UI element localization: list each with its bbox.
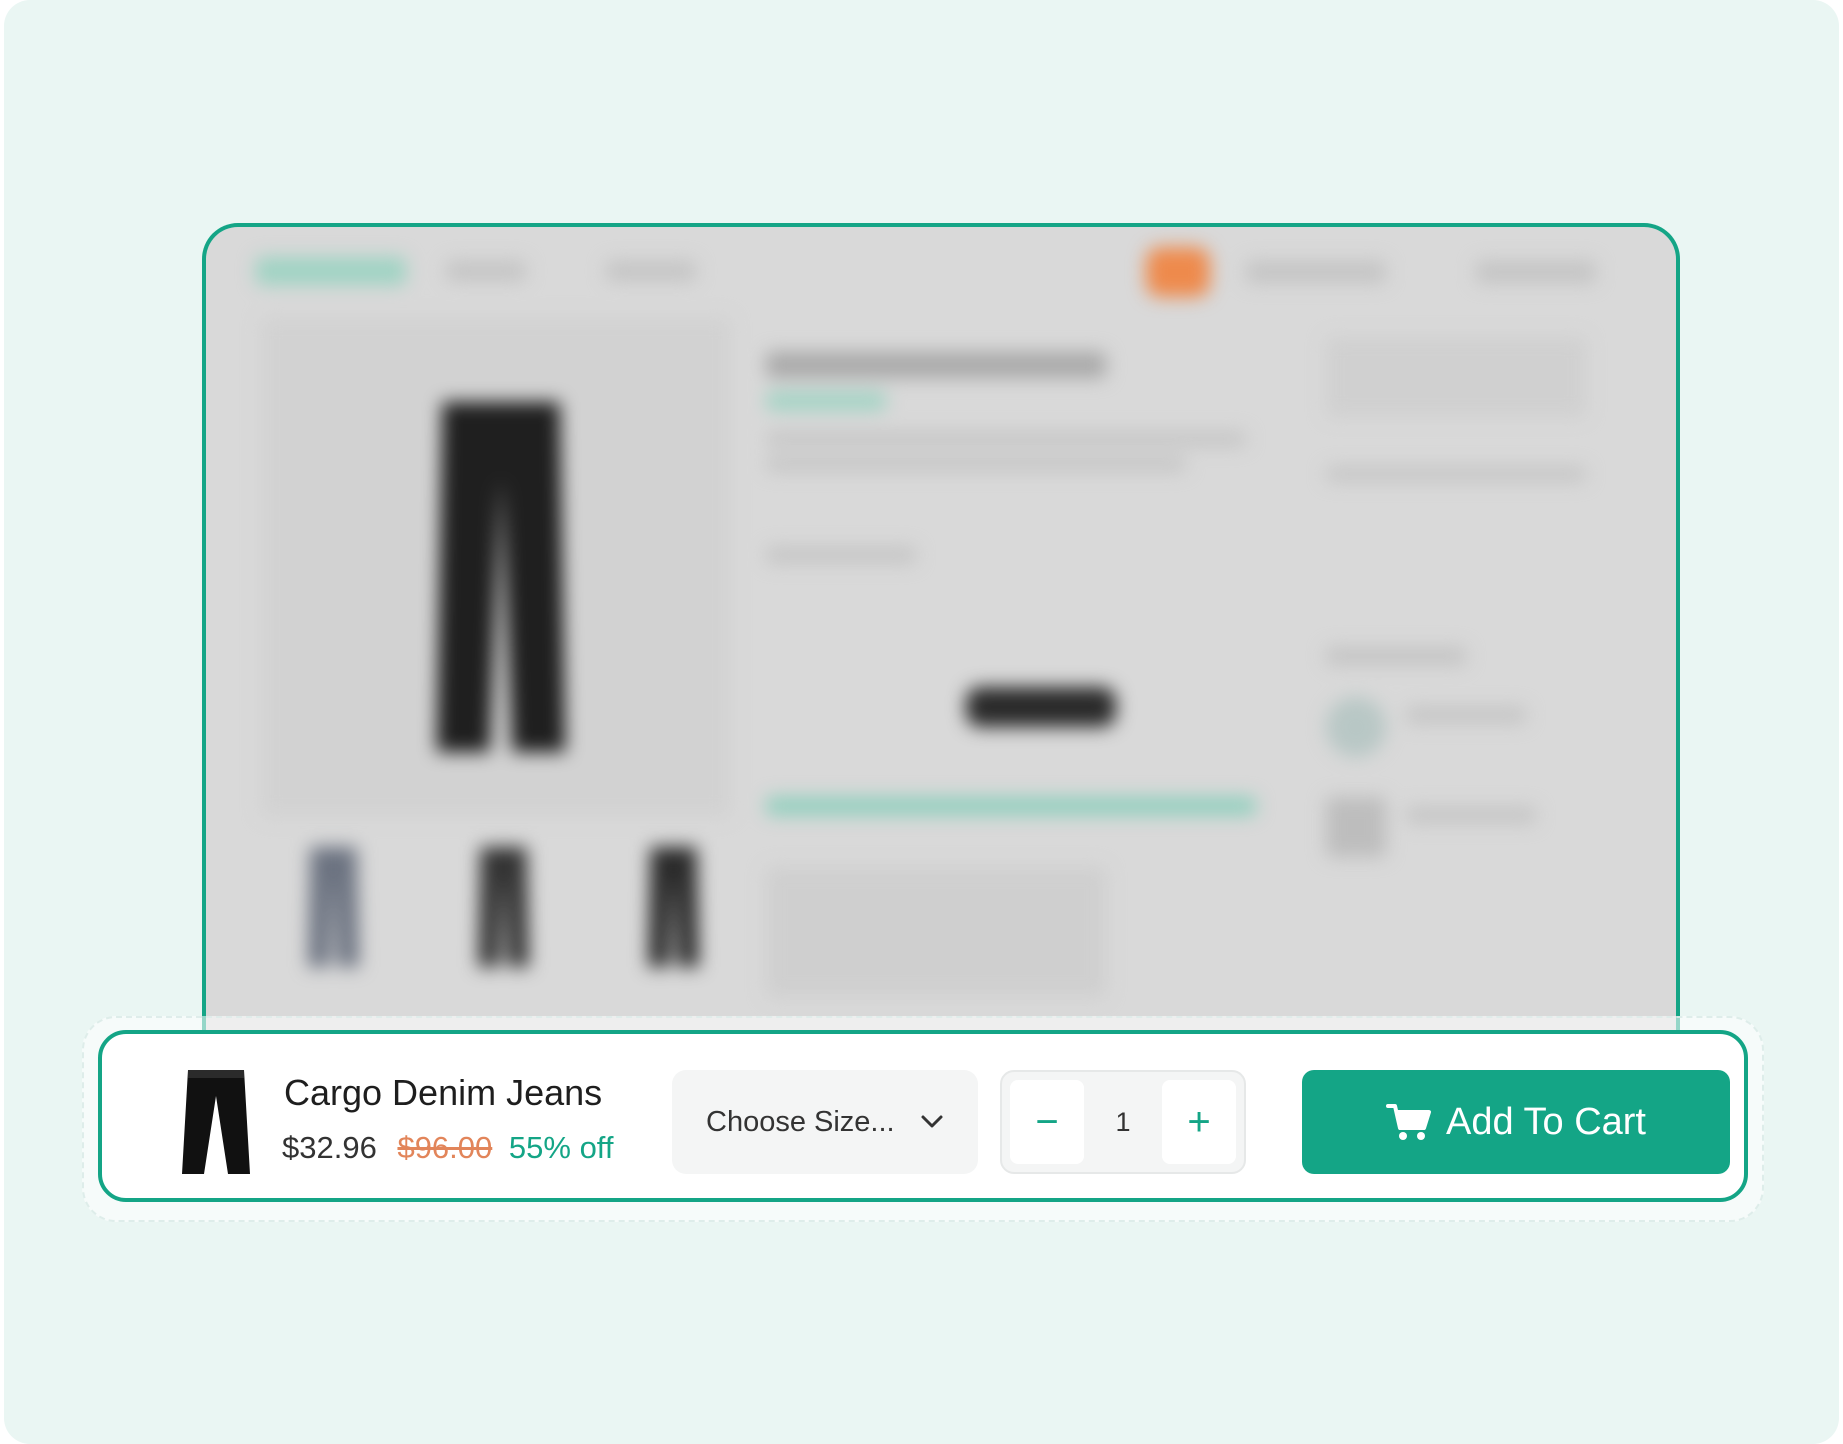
jeans-thumbnail bbox=[182, 1070, 250, 1174]
size-select-placeholder: Choose Size... bbox=[706, 1105, 895, 1138]
quantity-stepper: − 1 + bbox=[1000, 1070, 1246, 1174]
size-select-dropdown[interactable]: Choose Size... bbox=[672, 1070, 978, 1174]
decrement-button[interactable]: − bbox=[1010, 1080, 1084, 1164]
chevron-down-icon bbox=[921, 1115, 943, 1128]
background-canvas: Cargo Denim Jeans $32.96 $96.00 55% off … bbox=[4, 0, 1839, 1444]
quantity-value[interactable]: 1 bbox=[1086, 1080, 1160, 1164]
increment-button[interactable]: + bbox=[1162, 1080, 1236, 1164]
sticky-add-to-cart-bar: Cargo Denim Jeans $32.96 $96.00 55% off … bbox=[98, 1030, 1748, 1202]
current-price: $32.96 bbox=[282, 1130, 377, 1165]
add-to-cart-button[interactable]: Add To Cart bbox=[1302, 1070, 1730, 1174]
product-thumbnail bbox=[158, 1062, 278, 1182]
blurred-page-content bbox=[206, 227, 1676, 1097]
product-title: Cargo Denim Jeans bbox=[284, 1072, 603, 1113]
original-price: $96.00 bbox=[397, 1130, 493, 1165]
add-to-cart-label: Add To Cart bbox=[1446, 1100, 1646, 1143]
blurred-product-page bbox=[202, 223, 1680, 1097]
discount-badge: 55% off bbox=[508, 1130, 614, 1165]
cart-icon bbox=[1386, 1104, 1432, 1140]
price-row: $32.96 $96.00 55% off bbox=[282, 1130, 613, 1166]
